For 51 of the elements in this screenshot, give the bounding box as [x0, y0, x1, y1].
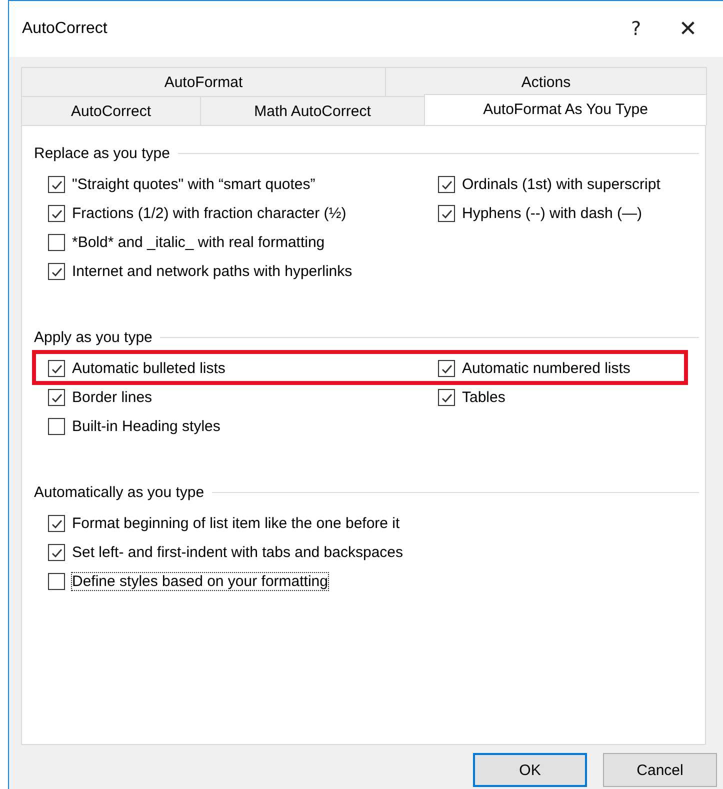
- checkbox-label[interactable]: Ordinals (1st) with superscript: [462, 176, 660, 193]
- check-icon: [440, 208, 452, 220]
- checkbox-label[interactable]: "Straight quotes" with “smart quotes”: [72, 176, 316, 193]
- check-icon: [440, 392, 452, 404]
- checkbox-label[interactable]: Automatic numbered lists: [462, 360, 630, 377]
- checkbox[interactable]: [48, 389, 65, 406]
- checkbox-label[interactable]: Automatic bulleted lists: [72, 360, 226, 377]
- check-icon: [50, 392, 62, 404]
- check-icon: [440, 178, 452, 190]
- checkbox-label[interactable]: Border lines: [72, 389, 152, 406]
- check-icon: [50, 178, 62, 190]
- checkbox[interactable]: [438, 389, 455, 406]
- dialog-button[interactable]: OK: [473, 753, 587, 787]
- tab[interactable]: AutoFormat As You Type: [424, 94, 707, 125]
- checkbox-label[interactable]: Format beginning of list item like the one before it: [72, 515, 400, 532]
- tab[interactable]: AutoCorrect: [21, 96, 201, 125]
- window-title: AutoCorrect: [22, 20, 108, 38]
- checkbox[interactable]: [48, 205, 65, 222]
- dialog-button[interactable]: Cancel: [603, 753, 717, 787]
- checkbox-label[interactable]: Fractions (1/2) with fraction character (½): [72, 205, 346, 222]
- checkbox[interactable]: [48, 263, 65, 280]
- checkbox-label[interactable]: *Bold* and _italic_ with real formatting: [72, 234, 325, 251]
- checkbox-label[interactable]: Set left- and first-indent with tabs and backspaces: [72, 544, 404, 561]
- check-icon: [440, 362, 452, 374]
- section-title: Replace as you type: [34, 144, 170, 162]
- checkbox[interactable]: [438, 205, 455, 222]
- section-title: Automatically as you type: [34, 484, 204, 500]
- checkbox[interactable]: [48, 234, 65, 251]
- checkbox[interactable]: [48, 573, 65, 590]
- checkbox[interactable]: [48, 515, 65, 532]
- checkbox-label[interactable]: Define styles based on your formatting: [72, 573, 328, 590]
- check-icon: [50, 266, 62, 278]
- check-icon: [50, 546, 62, 558]
- check-icon: [50, 208, 62, 220]
- checkbox-label[interactable]: Hyphens (--) with dash (—): [462, 205, 642, 222]
- checkbox[interactable]: [438, 176, 455, 193]
- checkbox[interactable]: [48, 544, 65, 561]
- tab[interactable]: AutoFormat: [21, 67, 386, 96]
- checkbox[interactable]: [48, 176, 65, 193]
- section-title: Apply as you type: [34, 328, 152, 346]
- close-button[interactable]: ✕: [668, 16, 708, 42]
- check-icon: [50, 362, 62, 374]
- check-icon: [50, 518, 62, 530]
- checkbox[interactable]: [438, 360, 455, 377]
- checkbox[interactable]: [48, 418, 65, 435]
- tab[interactable]: Actions: [385, 67, 707, 96]
- help-button[interactable]: ?: [616, 18, 656, 40]
- checkbox-label[interactable]: Built-in Heading styles: [72, 418, 220, 435]
- checkbox[interactable]: [48, 360, 65, 377]
- checkbox-label[interactable]: Tables: [462, 389, 506, 406]
- checkbox-label[interactable]: Internet and network paths with hyperlinks: [72, 263, 352, 280]
